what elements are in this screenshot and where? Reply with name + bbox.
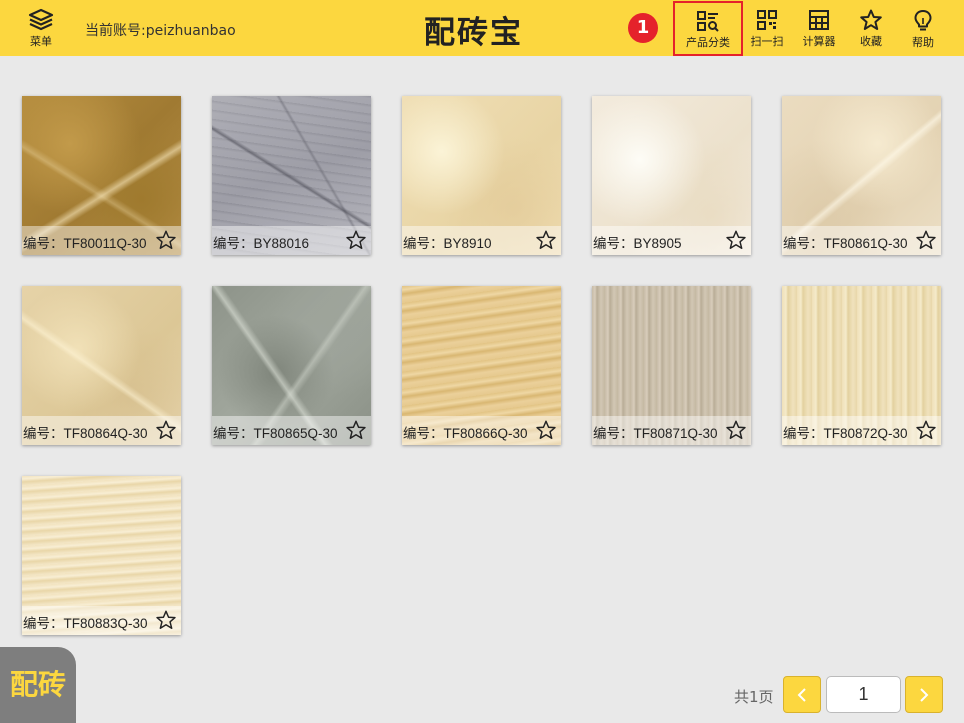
product-card[interactable]: 编号：BY8910	[402, 96, 561, 255]
current-account: 当前账号:peizhuanbao	[85, 23, 236, 39]
product-category-label: 产品分类	[686, 36, 730, 49]
layers-icon	[28, 8, 54, 31]
prev-page-button[interactable]	[783, 676, 821, 713]
chevron-right-icon	[920, 688, 929, 702]
tile-caption: 编号：TF80871Q-30	[592, 416, 751, 445]
calculator-icon	[809, 10, 829, 30]
star-icon[interactable]	[535, 419, 557, 441]
page-number-input[interactable]	[826, 676, 901, 713]
next-page-button[interactable]	[905, 676, 943, 713]
star-icon[interactable]	[155, 419, 177, 441]
menu-label: 菜单	[30, 35, 52, 48]
product-code: 编号：BY8910	[403, 236, 492, 251]
product-card[interactable]: 编号：TF80865Q-30	[212, 286, 371, 445]
star-icon[interactable]	[155, 609, 177, 631]
product-card[interactable]: 编号：TF80872Q-30	[782, 286, 941, 445]
favorites-label: 收藏	[860, 35, 882, 48]
tile-caption: 编号：TF80865Q-30	[212, 416, 371, 445]
lightbulb-icon	[914, 10, 932, 31]
star-icon[interactable]	[535, 229, 557, 251]
product-code: 编号：BY8905	[593, 236, 682, 251]
star-icon[interactable]	[345, 419, 367, 441]
product-code: 编号：TF80864Q-30	[23, 426, 148, 441]
calculator-label: 计算器	[802, 35, 836, 48]
tile-caption: 编号：BY8905	[592, 226, 751, 255]
star-icon[interactable]	[345, 229, 367, 251]
favorites-button[interactable]: 收藏	[856, 6, 886, 52]
star-icon[interactable]	[155, 229, 177, 251]
product-card[interactable]: 编号：TF80866Q-30	[402, 286, 561, 445]
product-card[interactable]: 编号：TF80864Q-30	[22, 286, 181, 445]
star-icon	[860, 9, 882, 30]
star-icon[interactable]	[915, 419, 937, 441]
app-title: 配砖宝	[424, 15, 523, 51]
product-code: 编号：BY88016	[213, 236, 310, 251]
top-bar: 菜单 当前账号:peizhuanbao 配砖宝 1 产品分类 扫一扫 计算器 收…	[0, 0, 964, 56]
tile-caption: 编号：TF80861Q-30	[782, 226, 941, 255]
scan-label: 扫一扫	[750, 35, 784, 48]
product-card[interactable]: 编号：BY88016	[212, 96, 371, 255]
product-code: 编号：TF80861Q-30	[783, 236, 908, 251]
step-badge: 1	[628, 13, 658, 43]
star-icon[interactable]	[915, 229, 937, 251]
product-card[interactable]: 编号：BY8905	[592, 96, 751, 255]
product-card[interactable]: 编号：TF80871Q-30	[592, 286, 751, 445]
chevron-left-icon	[797, 688, 806, 702]
product-card[interactable]: 编号：TF80011Q-30	[22, 96, 181, 255]
product-code: 编号：TF80872Q-30	[783, 426, 908, 441]
category-search-icon	[697, 11, 719, 32]
product-code: 编号：TF80865Q-30	[213, 426, 338, 441]
page-total: 共1页	[734, 688, 774, 706]
qr-scan-icon	[757, 10, 777, 30]
product-card[interactable]: 编号：TF80883Q-30	[22, 476, 181, 635]
product-card[interactable]: 编号：TF80861Q-30	[782, 96, 941, 255]
tile-caption: 编号：BY88016	[212, 226, 371, 255]
help-label: 帮助	[912, 36, 934, 49]
tile-caption: 编号：TF80872Q-30	[782, 416, 941, 445]
calculator-button[interactable]: 计算器	[799, 6, 839, 52]
menu-button[interactable]: 菜单	[24, 8, 58, 50]
product-code: 编号：TF80883Q-30	[23, 616, 148, 631]
product-code: 编号：TF80871Q-30	[593, 426, 718, 441]
scan-button[interactable]: 扫一扫	[748, 6, 786, 52]
star-icon[interactable]	[725, 419, 747, 441]
tile-caption: 编号：TF80011Q-30	[22, 226, 181, 255]
tile-caption: 编号：TF80866Q-30	[402, 416, 561, 445]
tile-caption: 编号：TF80864Q-30	[22, 416, 181, 445]
product-code: 编号：TF80011Q-30	[23, 236, 147, 251]
help-button[interactable]: 帮助	[908, 6, 938, 52]
product-code: 编号：TF80866Q-30	[403, 426, 528, 441]
tile-caption: 编号：BY8910	[402, 226, 561, 255]
floating-logo-button[interactable]: 配砖	[0, 647, 76, 723]
product-category-button[interactable]: 产品分类	[673, 1, 743, 56]
star-icon[interactable]	[725, 229, 747, 251]
tile-caption: 编号：TF80883Q-30	[22, 606, 181, 635]
